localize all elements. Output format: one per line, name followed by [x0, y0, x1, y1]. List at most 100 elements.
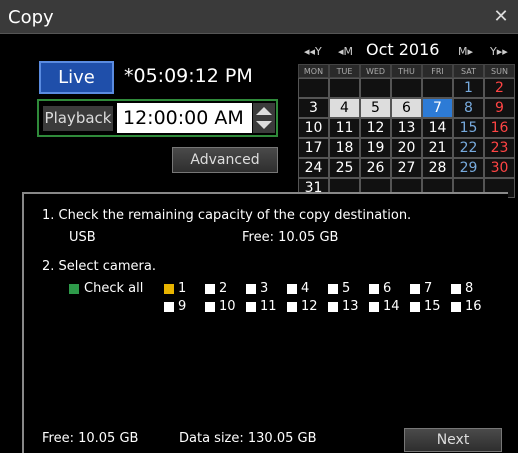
- calendar-grid: MON TUE WED THU FRI SAT SUN 1 2 3 4 5 6 7 8 9 10 11 12 13 14…: [298, 64, 515, 198]
- camera-checkbox-12[interactable]: [287, 302, 297, 312]
- prev-month-button[interactable]: ◂M: [338, 41, 353, 63]
- calendar-weekday: THU: [391, 64, 422, 78]
- camera-checkbox-2[interactable]: [205, 284, 215, 294]
- calendar-day-24[interactable]: 24: [298, 158, 329, 178]
- camera-checkbox-6[interactable]: [369, 284, 379, 294]
- calendar-day-25[interactable]: 25: [329, 158, 360, 178]
- camera-checkbox-4[interactable]: [287, 284, 297, 294]
- calendar-day-15[interactable]: 15: [453, 118, 484, 138]
- calendar-weekday: SAT: [453, 64, 484, 78]
- calendar-day-3[interactable]: 3: [298, 98, 329, 118]
- camera-label-9: 9: [178, 299, 187, 314]
- camera-checkbox-8[interactable]: [451, 284, 461, 294]
- calendar-weekday: TUE: [329, 64, 360, 78]
- calendar-day-26[interactable]: 26: [360, 158, 391, 178]
- copy-dialog: Copy ✕ Live *05:09:12 PM Playback 12:00:…: [0, 0, 518, 453]
- camera-checkbox-16[interactable]: [451, 302, 461, 312]
- camera-checkbox-7[interactable]: [410, 284, 420, 294]
- footer-free: Free: 10.05 GB: [42, 431, 139, 446]
- calendar-day-11[interactable]: 11: [329, 118, 360, 138]
- time-panel: Live *05:09:12 PM Playback 12:00:00 AM A…: [0, 34, 518, 198]
- title-bar: Copy ✕: [0, 0, 518, 34]
- spin-up-icon[interactable]: [256, 107, 272, 115]
- calendar-day-6[interactable]: 6: [391, 98, 422, 118]
- check-all-checkbox[interactable]: [69, 284, 79, 294]
- calendar-weekday: WED: [360, 64, 391, 78]
- check-all-label: Check all: [84, 281, 144, 296]
- device-free: Free: 10.05 GB: [242, 230, 339, 245]
- camera-label-5: 5: [342, 281, 351, 296]
- device-label: USB: [69, 230, 96, 245]
- calendar-day-12[interactable]: 12: [360, 118, 391, 138]
- live-button[interactable]: Live: [39, 61, 114, 94]
- calendar-day-27[interactable]: 27: [391, 158, 422, 178]
- calendar-day-4[interactable]: 4: [329, 98, 360, 118]
- calendar-day-22[interactable]: 22: [453, 138, 484, 158]
- next-year-button[interactable]: Y▸▸: [490, 41, 508, 63]
- camera-label-12: 12: [301, 299, 318, 314]
- time-spinner[interactable]: [253, 103, 275, 133]
- camera-checkbox-11[interactable]: [246, 302, 256, 312]
- calendar-day-23[interactable]: 23: [484, 138, 515, 158]
- calendar-day-empty: [422, 78, 453, 98]
- spin-down-icon[interactable]: [256, 121, 272, 129]
- camera-label-2: 2: [219, 281, 228, 296]
- advanced-button[interactable]: Advanced: [172, 147, 278, 173]
- calendar-day-14[interactable]: 14: [422, 118, 453, 138]
- camera-label-14: 14: [383, 299, 400, 314]
- calendar-day-empty: [391, 78, 422, 98]
- close-icon[interactable]: ✕: [490, 7, 512, 29]
- calendar-day-empty: [298, 78, 329, 98]
- calendar-day-19[interactable]: 19: [360, 138, 391, 158]
- calendar-day-13[interactable]: 13: [391, 118, 422, 138]
- camera-checkbox-10[interactable]: [205, 302, 215, 312]
- camera-checkbox-13[interactable]: [328, 302, 338, 312]
- prev-year-button[interactable]: ◂◂Y: [304, 41, 322, 63]
- calendar-day-2[interactable]: 2: [484, 78, 515, 98]
- calendar-day-8[interactable]: 8: [453, 98, 484, 118]
- calendar-day-9[interactable]: 9: [484, 98, 515, 118]
- calendar-day-28[interactable]: 28: [422, 158, 453, 178]
- calendar-day-10[interactable]: 10: [298, 118, 329, 138]
- next-button[interactable]: Next: [404, 428, 502, 452]
- copy-settings-panel: 1. Check the remaining capacity of the c…: [22, 192, 508, 453]
- playback-button[interactable]: Playback: [43, 106, 113, 131]
- camera-label-13: 13: [342, 299, 359, 314]
- playback-time-field[interactable]: 12:00:00 AM: [117, 103, 252, 133]
- playback-group: Playback 12:00:00 AM: [37, 99, 278, 137]
- data-size: Data size: 130.05 GB: [179, 431, 317, 446]
- calendar: ◂◂Y ◂M Oct 2016 M▸ Y▸▸ MON TUE WED THU FRI SA…: [298, 34, 518, 198]
- calendar-day-empty: [329, 78, 360, 98]
- camera-checkbox-9[interactable]: [164, 302, 174, 312]
- camera-checkbox-15[interactable]: [410, 302, 420, 312]
- calendar-day-29[interactable]: 29: [453, 158, 484, 178]
- step2-text: 2. Select camera.: [42, 259, 156, 274]
- calendar-weekday: MON: [298, 64, 329, 78]
- calendar-day-17[interactable]: 17: [298, 138, 329, 158]
- camera-checkbox-1[interactable]: [164, 284, 174, 294]
- window-title: Copy: [8, 7, 54, 28]
- calendar-weekday: FRI: [422, 64, 453, 78]
- camera-label-15: 15: [424, 299, 441, 314]
- calendar-day-5[interactable]: 5: [360, 98, 391, 118]
- camera-label-8: 8: [465, 281, 474, 296]
- next-month-button[interactable]: M▸: [458, 41, 473, 63]
- camera-checkbox-5[interactable]: [328, 284, 338, 294]
- calendar-day-7[interactable]: 7: [422, 98, 453, 118]
- camera-checkbox-3[interactable]: [246, 284, 256, 294]
- calendar-day-21[interactable]: 21: [422, 138, 453, 158]
- camera-label-6: 6: [383, 281, 392, 296]
- calendar-day-20[interactable]: 20: [391, 138, 422, 158]
- calendar-month: Oct 2016: [366, 40, 440, 59]
- calendar-weekday: SUN: [484, 64, 515, 78]
- camera-label-7: 7: [424, 281, 433, 296]
- calendar-day-16[interactable]: 16: [484, 118, 515, 138]
- calendar-day-30[interactable]: 30: [484, 158, 515, 178]
- calendar-day-18[interactable]: 18: [329, 138, 360, 158]
- camera-label-3: 3: [260, 281, 269, 296]
- camera-checkbox-14[interactable]: [369, 302, 379, 312]
- step1-text: 1. Check the remaining capacity of the c…: [42, 208, 412, 223]
- camera-label-4: 4: [301, 281, 310, 296]
- camera-label-1: 1: [178, 281, 187, 296]
- calendar-day-1[interactable]: 1: [453, 78, 484, 98]
